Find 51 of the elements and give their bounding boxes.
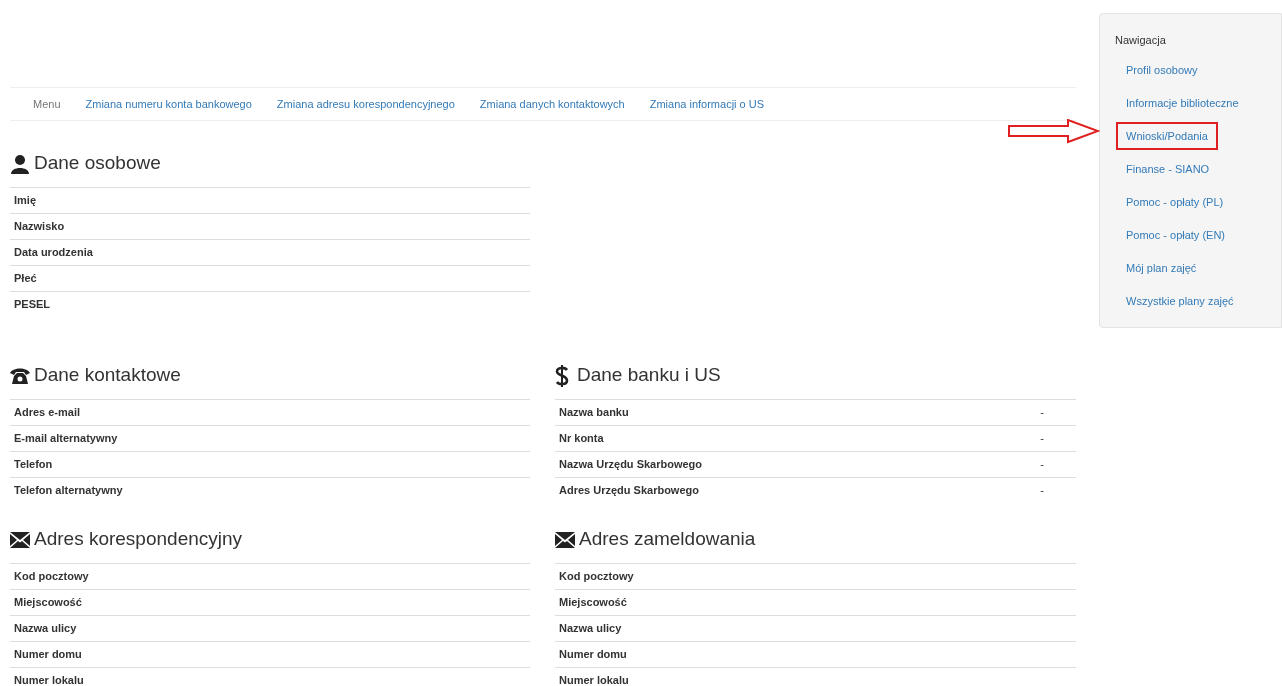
field-label: Kod pocztowy bbox=[559, 569, 634, 585]
envelope-icon bbox=[10, 531, 30, 548]
field-label: Nazwa ulicy bbox=[559, 621, 622, 637]
nav-link[interactable]: Wnioski/Podania bbox=[1116, 121, 1218, 151]
section-heading: Dane osobowe bbox=[34, 151, 161, 176]
field-label: E-mail alternatywny bbox=[14, 431, 118, 447]
field-label: Numer domu bbox=[559, 647, 627, 663]
envelope-icon bbox=[555, 531, 575, 548]
menu-link[interactable]: Zmiana informacji o US bbox=[649, 95, 765, 113]
panel-title: Nawigacja bbox=[1115, 33, 1166, 48]
nav-link[interactable]: Wszystkie plany zajęć bbox=[1126, 292, 1234, 310]
field-label: Telefon alternatywny bbox=[14, 483, 123, 499]
menu-link[interactable]: Zmiana adresu korespondencyjnego bbox=[276, 95, 455, 113]
field-label: Nazwa ulicy bbox=[14, 621, 77, 637]
menu-link[interactable]: Zmiana danych kontaktowych bbox=[479, 95, 625, 113]
nav-link[interactable]: Pomoc - opłaty (PL) bbox=[1126, 193, 1224, 211]
field-label: Numer lokalu bbox=[14, 673, 84, 686]
field-label: Numer lokalu bbox=[559, 673, 629, 686]
user-icon bbox=[10, 153, 30, 174]
field-label: Adres e-mail bbox=[14, 405, 81, 421]
section-heading: Adres zameldowania bbox=[579, 527, 756, 552]
section-heading: Dane kontaktowe bbox=[34, 363, 181, 388]
field-label: Telefon bbox=[14, 457, 53, 473]
field-label: PESEL bbox=[14, 297, 51, 313]
phone-icon bbox=[10, 366, 30, 385]
menu-link[interactable]: Zmiana numeru konta bankowego bbox=[85, 95, 252, 113]
field-value: - bbox=[1040, 483, 1044, 499]
field-value: - bbox=[1040, 405, 1044, 421]
field-label: Miejscowość bbox=[14, 595, 82, 611]
nav-link[interactable]: Mój plan zajęć bbox=[1126, 259, 1197, 277]
nav-link[interactable]: Profil osobowy bbox=[1126, 61, 1198, 79]
dollar-icon bbox=[555, 364, 569, 387]
field-label: Miejscowość bbox=[559, 595, 627, 611]
nav-link[interactable]: Informacje biblioteczne bbox=[1126, 94, 1239, 112]
field-label: Adres Urzędu Skarbowego bbox=[559, 483, 699, 499]
field-label: Nr konta bbox=[559, 431, 604, 447]
section-heading: Dane banku i US bbox=[577, 363, 721, 388]
field-label: Kod pocztowy bbox=[14, 569, 89, 585]
field-label: Nazwa banku bbox=[559, 405, 629, 421]
field-value: - bbox=[1040, 431, 1044, 447]
section-heading: Adres korespondencyjny bbox=[34, 527, 243, 552]
field-label: Nazwisko bbox=[14, 219, 65, 235]
nav-link[interactable]: Finanse - SIANO bbox=[1126, 160, 1210, 178]
field-label: Numer domu bbox=[14, 647, 82, 663]
nav-link[interactable]: Pomoc - opłaty (EN) bbox=[1126, 226, 1226, 244]
field-label: Nazwa Urzędu Skarbowego bbox=[559, 457, 703, 473]
field-label: Płeć bbox=[14, 271, 37, 287]
field-label: Imię bbox=[14, 193, 36, 209]
field-label: Data urodzenia bbox=[14, 245, 93, 261]
menu-label: Menu bbox=[33, 96, 61, 112]
field-value: - bbox=[1040, 457, 1044, 473]
